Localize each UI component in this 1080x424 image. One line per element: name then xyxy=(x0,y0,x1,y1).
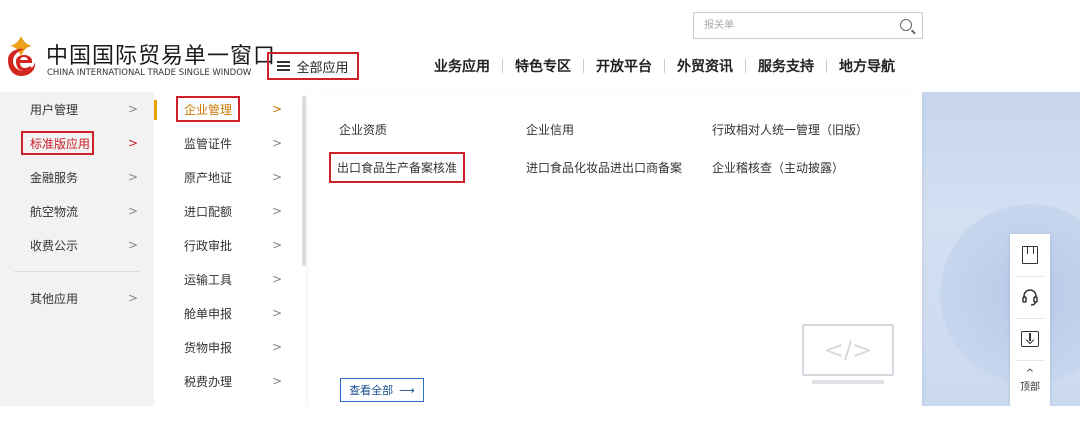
category-financial-services[interactable]: 金融服务 > xyxy=(0,160,154,194)
chevron-right-icon: > xyxy=(272,272,283,286)
category-other-apps[interactable]: 其他应用 > xyxy=(0,281,154,315)
subcategory-label: 货物申报 xyxy=(184,340,233,355)
subcategory-enterprise-management[interactable]: 企业管理 > xyxy=(154,92,304,126)
chevron-right-icon: > xyxy=(272,238,283,252)
view-all-button[interactable]: 查看全部 ⟶ xyxy=(340,378,424,402)
subcategory-label: 行政审批 xyxy=(184,238,233,253)
subcategory-label: 税费办理 xyxy=(184,374,233,389)
category-label: 用户管理 xyxy=(30,102,79,117)
chevron-right-icon: > xyxy=(128,204,139,218)
customer-service-button[interactable] xyxy=(1010,278,1050,316)
page-bottom-strip xyxy=(0,406,1080,424)
floating-toolbar: ^ 顶部 xyxy=(1010,234,1050,406)
subcategory-certificate-of-origin[interactable]: 原产地证 > xyxy=(154,160,304,194)
subcategory-administrative-approval[interactable]: 行政审批 > xyxy=(154,228,304,262)
chevron-right-icon: > xyxy=(272,170,283,184)
subcategory-transport-vehicles[interactable]: 运输工具 > xyxy=(154,262,304,296)
all-apps-label: 全部应用 xyxy=(296,60,349,76)
chevron-up-icon: ^ xyxy=(1025,367,1035,379)
all-apps-button[interactable]: 全部应用 xyxy=(267,52,359,80)
subcategory-goods-declaration[interactable]: 货物申报 > xyxy=(154,330,304,364)
category-fee-disclosure[interactable]: 收费公示 > xyxy=(0,228,154,262)
subcategory-label: 监管证件 xyxy=(184,136,233,151)
top-nav: 业务应用 特色专区 开放平台 外贸资讯 服务支持 地方导航 xyxy=(422,56,907,76)
chevron-right-icon: > xyxy=(128,291,139,305)
subcategory-label: 企业管理 xyxy=(184,102,233,117)
chevron-right-icon: > xyxy=(272,374,283,388)
category-label: 收费公示 xyxy=(30,238,79,253)
link-export-food-filing[interactable]: 出口食品生产备案核准 xyxy=(329,152,466,183)
toolbar-divider xyxy=(1016,276,1044,277)
view-all-label: 查看全部 xyxy=(349,384,394,397)
banner-background xyxy=(922,92,1080,406)
back-to-top-label: 顶部 xyxy=(1020,381,1040,393)
chevron-right-icon: > xyxy=(272,136,283,150)
subcategory-label: 运输工具 xyxy=(184,272,233,287)
nav-open-platform[interactable]: 开放平台 xyxy=(584,56,664,76)
subcategory-scrollbar[interactable] xyxy=(302,96,306,266)
link-enterprise-credit[interactable]: 企业信用 xyxy=(526,121,574,138)
code-illustration: </> xyxy=(802,324,894,384)
chevron-right-icon: > xyxy=(128,102,139,116)
menu-icon xyxy=(277,61,291,71)
bookmark-button[interactable] xyxy=(1010,236,1050,274)
link-import-food-cosmetics-filing[interactable]: 进口食品化妆品进出口商备案 xyxy=(526,159,682,176)
search-icon[interactable] xyxy=(900,19,912,31)
toolbar-divider xyxy=(1016,318,1044,319)
category-label: 金融服务 xyxy=(30,170,79,185)
chevron-right-icon: > xyxy=(272,102,283,116)
arrow-right-icon: ⟶ xyxy=(399,383,415,397)
nav-service-support[interactable]: 服务支持 xyxy=(746,56,826,76)
active-indicator xyxy=(154,100,157,120)
subcategory-label: 舱单申报 xyxy=(184,306,233,321)
nav-special-zone[interactable]: 特色专区 xyxy=(503,56,583,76)
search-input[interactable] xyxy=(694,13,884,38)
chevron-right-icon: > xyxy=(128,136,139,150)
subcategory-import-quota[interactable]: 进口配额 > xyxy=(154,194,304,228)
subcategory-list: 企业管理 > 监管证件 > 原产地证 > 进口配额 > 行政审批 > 运输工具 … xyxy=(154,92,304,398)
nav-local-navigation[interactable]: 地方导航 xyxy=(827,56,907,76)
brand-title: 中国国际贸易单一窗口 xyxy=(46,44,277,69)
category-standard-apps[interactable]: 标准版应用 > xyxy=(0,126,154,160)
toolbar-divider xyxy=(1016,360,1044,361)
chevron-right-icon: > xyxy=(128,238,139,252)
category-divider xyxy=(14,271,140,272)
category-air-logistics[interactable]: 航空物流 > xyxy=(0,194,154,228)
category-label: 标准版应用 xyxy=(30,136,91,151)
link-enterprise-audit[interactable]: 企业稽核查（主动披露） xyxy=(712,159,844,176)
download-button[interactable] xyxy=(1010,320,1050,358)
bookmark-icon xyxy=(1022,246,1038,264)
nav-business-apps[interactable]: 业务应用 xyxy=(422,56,502,76)
chevron-right-icon: > xyxy=(272,340,283,354)
chevron-right-icon: > xyxy=(272,204,283,218)
nav-trade-news[interactable]: 外贸资讯 xyxy=(665,56,745,76)
single-window-logo xyxy=(8,36,36,76)
chevron-right-icon: > xyxy=(272,306,283,320)
subcategory-manifest-declaration[interactable]: 舱单申报 > xyxy=(154,296,304,330)
brand-subtitle: CHINA INTERNATIONAL TRADE SINGLE WINDOW xyxy=(47,68,252,78)
download-icon xyxy=(1021,331,1039,347)
app-links-panel: 企业资质 企业信用 行政相对人统一管理（旧版） 出口食品生产备案核准 进口食品化… xyxy=(308,92,922,406)
link-admin-counterparty-legacy[interactable]: 行政相对人统一管理（旧版） xyxy=(712,121,868,138)
link-enterprise-qualification[interactable]: 企业资质 xyxy=(339,121,387,138)
subcategory-label: 原产地证 xyxy=(184,170,233,185)
chevron-right-icon: > xyxy=(128,170,139,184)
subcategory-label: 进口配额 xyxy=(184,204,233,219)
category-label: 其他应用 xyxy=(30,291,79,306)
headset-icon xyxy=(1022,289,1038,306)
category-list: 用户管理 > 标准版应用 > 金融服务 > 航空物流 > 收费公示 > 其他应用… xyxy=(0,92,154,315)
subcategory-tax-handling[interactable]: 税费办理 > xyxy=(154,364,304,398)
subcategory-regulatory-certificates[interactable]: 监管证件 > xyxy=(154,126,304,160)
search-box xyxy=(693,12,923,39)
back-to-top-button[interactable]: ^ 顶部 xyxy=(1010,362,1050,400)
category-label: 航空物流 xyxy=(30,204,79,219)
category-user-management[interactable]: 用户管理 > xyxy=(0,92,154,126)
